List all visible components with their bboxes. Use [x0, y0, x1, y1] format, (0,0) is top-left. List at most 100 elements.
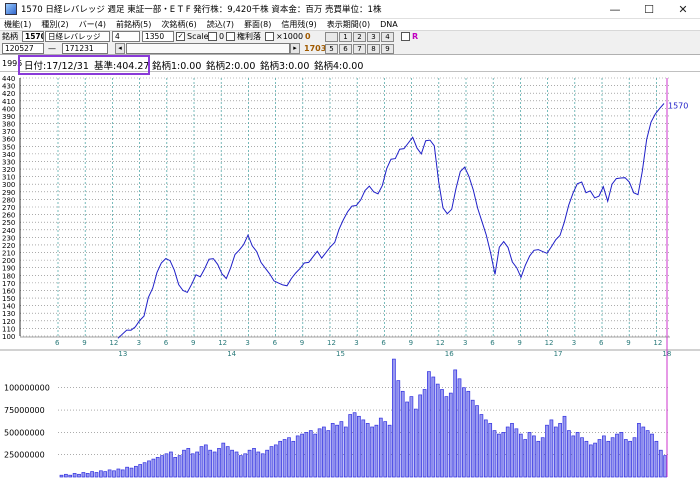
- num-button-2[interactable]: 2: [353, 32, 366, 42]
- param-field-b[interactable]: 1350: [142, 31, 174, 42]
- price-y-tick: 340: [2, 151, 15, 159]
- volume-bar: [352, 412, 357, 478]
- date-range-dash: —: [48, 44, 56, 53]
- price-y-tick: 120: [2, 318, 15, 326]
- volume-bar: [203, 444, 208, 478]
- minimize-button[interactable]: —: [598, 0, 632, 19]
- menu-margin[interactable]: 信用残(9): [281, 19, 316, 30]
- volume-bar: [588, 444, 593, 478]
- volume-bar: [418, 394, 423, 478]
- volume-bar: [518, 433, 523, 478]
- menu-load[interactable]: 読込(7): [207, 19, 234, 30]
- month-tick: 3: [463, 339, 467, 347]
- volume-bar: [112, 470, 116, 478]
- volume-bar: [453, 369, 458, 478]
- margin-label: 権利落: [237, 32, 261, 41]
- menu-next-stock[interactable]: 次銘柄(6): [161, 19, 196, 30]
- period-scrollbar[interactable]: [126, 43, 290, 54]
- num-button-4[interactable]: 4: [381, 32, 394, 42]
- volume-bar: [549, 419, 554, 478]
- volume-bar: [602, 435, 606, 478]
- month-tick: 12: [545, 339, 554, 347]
- scroll-left-button[interactable]: ◂: [115, 43, 125, 54]
- menu-function[interactable]: 機能(1): [4, 19, 31, 30]
- scroll-right-button[interactable]: ▸: [290, 43, 300, 54]
- volume-bar: [435, 383, 440, 478]
- menu-type[interactable]: 種別(2): [41, 19, 68, 30]
- price-volume-chart[interactable]: 1001101201301401501601701801902002102202…: [0, 72, 700, 480]
- maximize-button[interactable]: ☐: [632, 0, 666, 19]
- num-button-6[interactable]: 6: [339, 44, 352, 54]
- scale-checkbox[interactable]: ✓: [176, 32, 185, 41]
- num-button-3[interactable]: 3: [367, 32, 380, 42]
- price-y-tick: 270: [2, 204, 15, 212]
- margin-checkbox[interactable]: [226, 32, 235, 41]
- volume-bar: [103, 471, 108, 478]
- price-y-tick: 390: [2, 113, 15, 121]
- volume-bar: [278, 440, 283, 478]
- volume-y-tick: 75000000: [4, 406, 45, 415]
- price-y-tick: 160: [2, 287, 15, 295]
- info-stock-3: 銘柄3:0.00: [260, 61, 310, 72]
- param-field-a[interactable]: 4: [112, 31, 140, 42]
- menu-frame[interactable]: 罫面(8): [244, 19, 271, 30]
- window-title: 1570 日経レバレッジ 週足 東証一部・E T F 発行株：9,420千株 資…: [21, 5, 382, 15]
- stock-code-field[interactable]: 1570: [22, 31, 44, 42]
- price-series-label: 1570: [668, 101, 688, 110]
- num-button-9[interactable]: 9: [381, 44, 394, 54]
- menu-bar-option[interactable]: バー(4): [79, 19, 106, 30]
- end-date-select[interactable]: 171231: [62, 43, 108, 54]
- volume-bar: [444, 396, 449, 478]
- volume-bar: [505, 426, 510, 478]
- volume-y-tick: 50000000: [4, 428, 45, 437]
- volume-bar: [483, 419, 488, 478]
- x1000-checkbox[interactable]: [265, 32, 274, 41]
- start-date-select[interactable]: 120527: [2, 43, 44, 54]
- menu-bar: 機能(1) 種別(2) バー(4) 前銘柄(5) 次銘柄(6) 読込(7) 罫面…: [0, 19, 700, 31]
- volume-bar: [308, 430, 313, 478]
- volume-bar: [330, 423, 335, 478]
- year-tick: 14: [227, 350, 236, 358]
- close-button[interactable]: ✕: [666, 0, 700, 19]
- volume-bar: [523, 439, 528, 478]
- price-y-tick: 130: [2, 310, 15, 318]
- month-tick: 12: [109, 339, 118, 347]
- menu-previous-stock[interactable]: 前銘柄(5): [116, 19, 151, 30]
- volume-bar: [562, 415, 567, 478]
- volume-bar: [199, 446, 204, 478]
- num-button-1[interactable]: 1: [339, 32, 352, 42]
- price-y-tick: 410: [2, 98, 15, 106]
- volume-bar: [457, 378, 462, 478]
- num-button-5[interactable]: 5: [325, 44, 338, 54]
- info-stock-4: 銘柄4:0.00: [314, 61, 364, 72]
- month-tick: 6: [164, 339, 169, 347]
- volume-bar: [177, 455, 182, 478]
- volume-bar: [654, 440, 659, 478]
- month-tick: 12: [436, 339, 445, 347]
- price-y-tick: 180: [2, 272, 15, 280]
- volume-bar: [85, 473, 90, 478]
- menu-dna[interactable]: DNA: [380, 20, 398, 29]
- option-checkbox-a[interactable]: [208, 32, 217, 41]
- volume-bar: [497, 433, 501, 478]
- volume-bar: [247, 449, 252, 478]
- r-checkbox[interactable]: [401, 32, 410, 41]
- month-tick: 3: [137, 339, 141, 347]
- price-y-tick: 310: [2, 174, 15, 182]
- price-y-tick: 320: [2, 166, 15, 174]
- num-button-8[interactable]: 8: [367, 44, 380, 54]
- price-y-tick: 330: [2, 158, 15, 166]
- num-button-7[interactable]: 7: [353, 44, 366, 54]
- menu-display-period[interactable]: 表示期間(0): [327, 19, 370, 30]
- volume-bar: [59, 474, 64, 478]
- volume-bar: [313, 433, 318, 478]
- month-tick: 12: [218, 339, 227, 347]
- volume-bar: [553, 426, 558, 478]
- volume-bar: [160, 455, 164, 478]
- price-y-tick: 400: [2, 105, 15, 113]
- blank-button[interactable]: [325, 32, 338, 42]
- volume-bar: [392, 358, 396, 478]
- stock-name-field[interactable]: 日経レバレッジ: [45, 31, 110, 42]
- volume-bar: [584, 440, 589, 478]
- volume-bar: [623, 439, 628, 478]
